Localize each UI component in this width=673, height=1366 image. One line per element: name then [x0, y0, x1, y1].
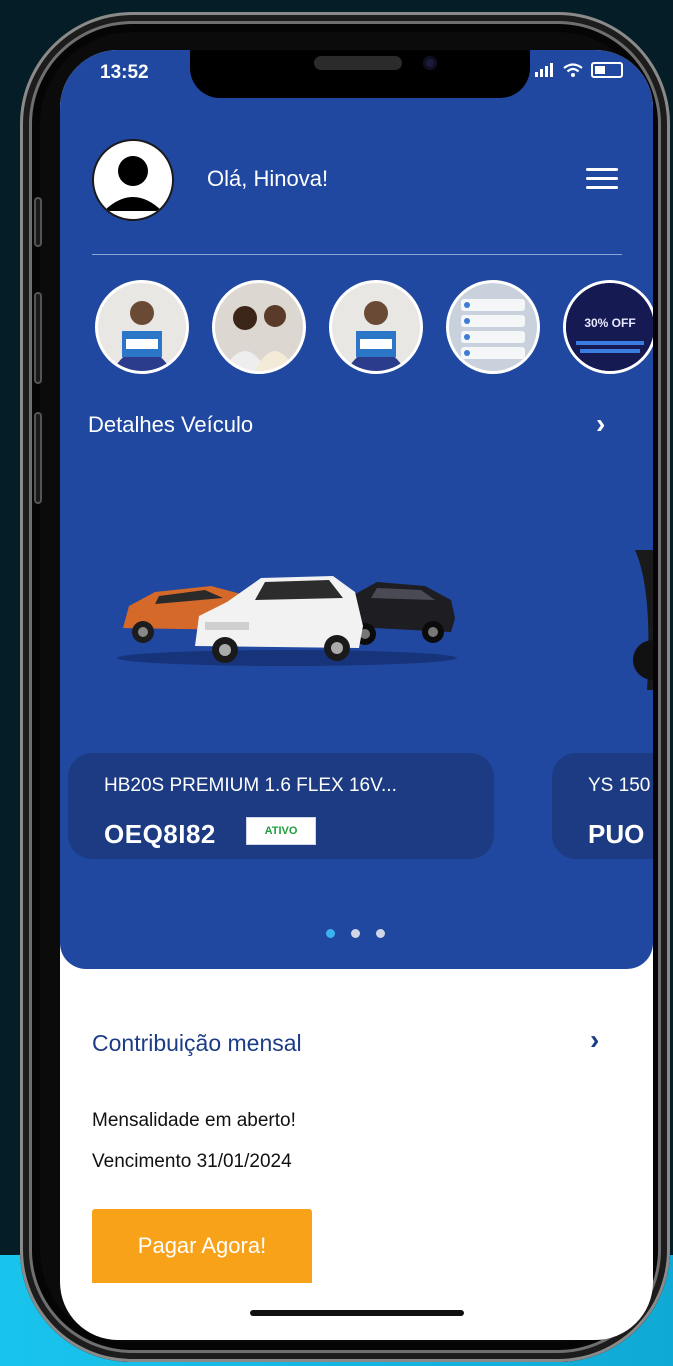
carousel-dot[interactable] [351, 929, 360, 938]
contribution-message: Mensalidade em aberto! [92, 1110, 296, 1131]
contribution-chevron-icon[interactable]: › [590, 1024, 599, 1056]
home-indicator[interactable] [250, 1310, 464, 1316]
story-couple-image [223, 305, 295, 371]
story-hinova[interactable] [329, 280, 423, 374]
app-screen: 13:52 Olá, Hinova! 30% OFF Detalhes Veíc… [60, 50, 653, 1340]
contribution-title: Contribuição mensal [92, 1030, 302, 1056]
vehicle-card-next[interactable]: YS 150 PUO [552, 753, 653, 859]
story-notifications-image [461, 299, 525, 359]
promo-text: 30% OFF [584, 316, 635, 330]
motorcycle-illustration [633, 550, 653, 690]
volume-down-button [34, 412, 42, 504]
story-osga[interactable] [95, 280, 189, 374]
header-panel: 13:52 Olá, Hinova! 30% OFF Detalhes Veíc… [60, 50, 653, 969]
story-hinova-image [346, 301, 406, 371]
speaker-grille [314, 56, 402, 70]
story-osga-image [112, 301, 172, 371]
contribution-due-date: Vencimento 31/01/2024 [92, 1151, 292, 1172]
status-badge: ATIVO [246, 817, 316, 845]
header-divider [92, 254, 622, 255]
vehicle-model: HB20S PREMIUM 1.6 FLEX 16V... [104, 775, 397, 796]
vehicle-details-chevron-icon[interactable]: › [596, 408, 605, 440]
user-avatar[interactable] [92, 139, 174, 221]
vehicle-plate: PUO [588, 819, 645, 849]
camera-icon [423, 56, 437, 70]
status-icons [535, 62, 623, 78]
phone-notch [190, 50, 530, 98]
story-notifications[interactable] [446, 280, 540, 374]
vehicle-plate: OEQ8I82 [104, 819, 216, 849]
pay-now-button[interactable]: Pagar Agora! [92, 1209, 312, 1283]
mute-switch [34, 197, 42, 247]
carousel-dot-active[interactable] [326, 929, 335, 938]
story-couple[interactable] [212, 280, 306, 374]
vehicle-details-title: Detalhes Veículo [88, 412, 254, 437]
signal-icon [535, 63, 553, 77]
volume-up-button [34, 292, 42, 384]
status-time: 13:52 [100, 62, 149, 83]
battery-icon [591, 62, 623, 78]
story-promo[interactable]: 30% OFF [563, 280, 653, 374]
wifi-icon [563, 62, 583, 77]
carousel-dot[interactable] [376, 929, 385, 938]
user-silhouette-icon [104, 156, 162, 211]
vehicle-model: YS 150 [588, 775, 651, 796]
greeting-text: Olá, Hinova! [207, 166, 329, 191]
cars-illustration [117, 576, 457, 666]
menu-icon[interactable] [586, 168, 618, 192]
story-promo-image: 30% OFF [566, 283, 653, 371]
